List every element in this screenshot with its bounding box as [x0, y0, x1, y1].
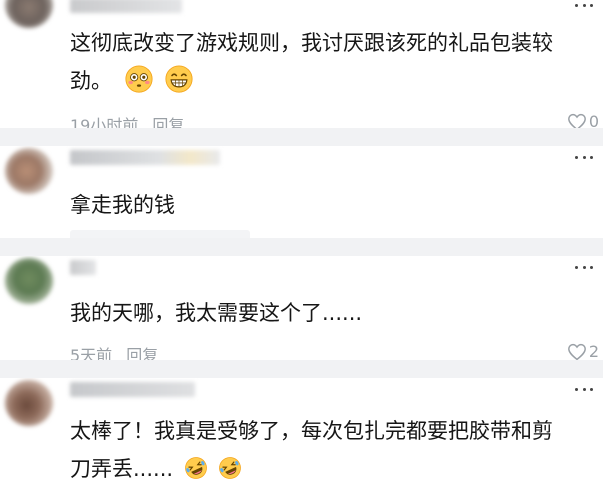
comment-text: 这彻底改变了游戏规则，我讨厌跟该死的礼品包装较 劲。 — [70, 24, 589, 100]
more-icon[interactable] — [575, 154, 593, 160]
comment-text: 我的天哪，我太需要这个了...... — [70, 294, 589, 332]
username[interactable] — [70, 0, 182, 13]
like-count: 0 — [588, 112, 599, 128]
more-icon[interactable] — [575, 2, 593, 8]
reply-button[interactable]: 回复 — [152, 116, 184, 128]
separator — [0, 360, 603, 378]
more-icon[interactable] — [575, 264, 593, 270]
username[interactable] — [70, 382, 195, 397]
comment-card: 拿走我的钱 — [0, 146, 603, 238]
comment-text-line: 拿走我的钱 — [70, 193, 175, 217]
flushed-face-emoji — [125, 65, 153, 93]
separator — [0, 238, 603, 256]
avatar[interactable] — [5, 380, 53, 426]
like-count: 2 — [588, 342, 599, 360]
comment-text-line: 劲。 — [70, 69, 112, 93]
comment-card: 这彻底改变了游戏规则，我讨厌跟该死的礼品包装较 劲。 19小时前 回复 0 — [0, 0, 603, 128]
avatar[interactable] — [5, 258, 53, 304]
grinning-face-emoji — [165, 65, 193, 93]
comment-time: 19小时前 — [70, 116, 139, 128]
username[interactable] — [70, 150, 220, 165]
comment-text: 太棒了！我真是受够了，每次包扎完都要把胶带和剪 刀弄丢...... — [70, 412, 589, 480]
comment-text-line: 刀弄丢...... — [70, 457, 174, 480]
comment-text-line: 这彻底改变了游戏规则，我讨厌跟该死的礼品包装较 — [70, 31, 553, 55]
comment-time: 5天前 — [70, 346, 113, 360]
comment-card: 太棒了！我真是受够了，每次包扎完都要把胶带和剪 刀弄丢...... — [0, 378, 603, 480]
comment-text-line: 太棒了！我真是受够了，每次包扎完都要把胶带和剪 — [70, 419, 553, 443]
avatar[interactable] — [5, 0, 53, 28]
heart-icon — [567, 113, 586, 128]
username[interactable] — [70, 260, 96, 275]
rofl-emoji — [184, 457, 207, 479]
heart-icon — [567, 343, 586, 360]
comment-meta: 19小时前 回复 — [70, 112, 184, 128]
comment-meta: 5天前 回复 — [70, 342, 158, 360]
meta-placeholder — [70, 230, 250, 238]
rofl-emoji — [219, 457, 242, 479]
reply-button[interactable]: 回复 — [126, 346, 158, 360]
like-button[interactable]: 2 — [567, 342, 599, 360]
separator — [0, 128, 603, 146]
comment-card: 我的天哪，我太需要这个了...... 5天前 回复 2 — [0, 256, 603, 360]
more-icon[interactable] — [575, 386, 593, 392]
avatar[interactable] — [5, 148, 53, 194]
comment-text: 拿走我的钱 — [70, 186, 589, 224]
like-button[interactable]: 0 — [567, 112, 599, 128]
comment-text-line: 我的天哪，我太需要这个了...... — [70, 301, 363, 325]
